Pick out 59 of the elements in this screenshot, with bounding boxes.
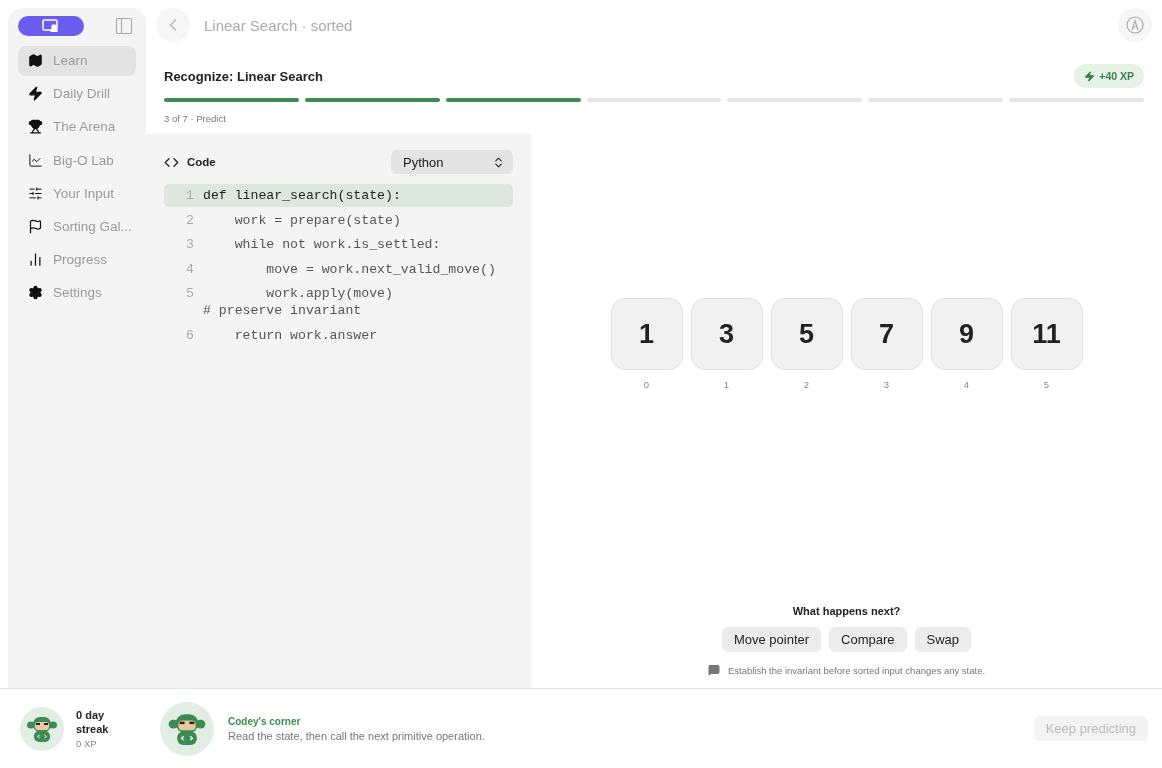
xp-badge: +40 XP — [1074, 64, 1144, 88]
up-down-chevron-icon — [492, 155, 505, 169]
array-cell: 1 — [610, 298, 683, 370]
array-cell: 7 — [850, 298, 923, 370]
array-index: 2 — [803, 379, 810, 390]
map-icon — [28, 53, 43, 69]
answer-option[interactable]: Swap — [914, 627, 972, 652]
array-index: 5 — [1043, 379, 1050, 390]
speech-bubble-icon — [707, 664, 720, 676]
settings-icon — [28, 284, 43, 300]
flag-icon — [28, 218, 43, 234]
streak-xp: 0 XP — [76, 738, 98, 749]
trophy-icon — [28, 119, 43, 135]
step-label: 3 of 7 · Predict — [164, 113, 227, 124]
lesson-title: Recognize: Linear Search — [164, 68, 323, 84]
question-prompt: What happens next? — [792, 605, 901, 617]
array-index: 4 — [963, 379, 970, 390]
sidebar-item[interactable]: Sorting Gal... — [18, 211, 136, 241]
monkey-avatar-icon — [20, 706, 64, 751]
sidebar-item[interactable]: Settings — [18, 277, 136, 308]
sidebar-item[interactable]: The Arena — [18, 112, 136, 142]
monitor-user-icon — [42, 19, 60, 33]
sidebar-item[interactable]: Learn — [18, 46, 136, 76]
code-line: 2 work = prepare(state) — [185, 211, 402, 230]
sidebar-item[interactable]: Big-O Lab — [18, 145, 136, 175]
app-logo-button[interactable] — [18, 16, 84, 36]
code-title: Code — [187, 156, 216, 168]
bar-chart-icon — [28, 251, 43, 267]
sidebar-item[interactable]: Daily Drill — [18, 79, 136, 109]
code-line: 3 while not work.is_settled: — [185, 236, 442, 254]
coach-title: Codey's corner — [228, 715, 302, 727]
code-line: 6 return work.answer — [185, 326, 379, 345]
monkey-avatar-icon — [160, 701, 214, 756]
sidebar-toggle-icon[interactable] — [114, 16, 134, 36]
array-index: 0 — [643, 379, 650, 390]
answer-option[interactable]: Compare — [829, 627, 907, 652]
sliders-icon — [28, 185, 43, 201]
page-title: Linear Search · sorted — [204, 16, 354, 34]
code-line: 5 work.apply(move) # preserve invariant — [185, 285, 394, 320]
array-index: 1 — [723, 379, 730, 390]
coach-text: Read the state, then call the next primitive operation. — [228, 729, 485, 742]
code-line: 4 move = work.next_valid_move() — [185, 260, 497, 279]
back-button[interactable] — [156, 8, 190, 42]
lightning-icon — [28, 86, 43, 102]
streak-title: 0 day streak — [76, 708, 110, 736]
array-cell: 9 — [930, 298, 1003, 370]
profile-button[interactable] — [1118, 8, 1152, 42]
array-cell: 3 — [690, 298, 763, 370]
sidebar-item[interactable]: Progress — [18, 244, 136, 275]
line-chart-icon — [28, 152, 43, 168]
answer-option[interactable]: Move pointer — [721, 627, 822, 652]
array-index: 3 — [883, 379, 890, 390]
lightning-icon — [1084, 70, 1096, 82]
array-cell: 11 — [1010, 298, 1083, 370]
pen-nib-glyph-icon — [1126, 16, 1144, 34]
sidebar-item[interactable]: Your Input — [18, 178, 136, 208]
array-cell: 5 — [770, 298, 843, 370]
language-select[interactable]: Python — [391, 150, 513, 174]
hint-text: Establish the invariant before sorted input changes any state. — [727, 664, 986, 676]
